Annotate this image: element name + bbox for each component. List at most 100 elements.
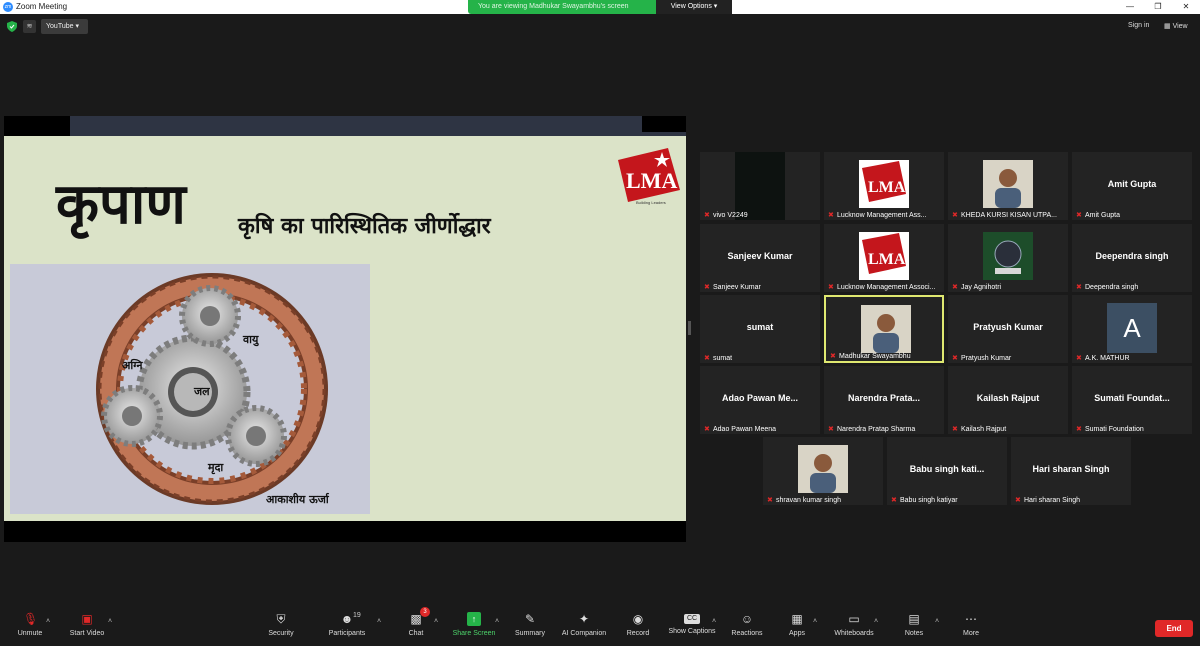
summary-button[interactable]: ✎ Summary: [500, 610, 560, 646]
zoom-app-icon: zm: [3, 2, 13, 12]
youtube-dropdown[interactable]: YouTube ▾: [41, 19, 88, 34]
participant-tile[interactable]: ✖ shravan kumar singh: [763, 437, 883, 505]
participant-caption: ✖ Lucknow Management Associ...: [828, 284, 935, 291]
muted-mic-icon: ✖: [704, 212, 710, 219]
participant-tile[interactable]: LMA ✖ Lucknow Management Associ...: [824, 224, 944, 292]
more-button[interactable]: ⋯ More: [941, 610, 1001, 646]
participant-name: Deependra singh: [1085, 284, 1139, 291]
slide-body: कृपाण कृषि का पारिस्थितिक जीर्णोद्धार LM…: [4, 136, 686, 521]
participant-caption: ✖ Deependra singh: [1076, 284, 1138, 291]
sign-in-link[interactable]: Sign in: [1128, 22, 1149, 29]
participant-caption: ✖ KHEDA KURSI KISAN UTPA...: [952, 212, 1057, 219]
ai-companion-button[interactable]: ✦ AI Companion: [554, 610, 614, 646]
participant-tile[interactable]: ✖ KHEDA KURSI KISAN UTPA...: [948, 152, 1068, 220]
apps-button[interactable]: ▦ Apps: [767, 610, 827, 646]
share-screen-button[interactable]: ↑ Share Screen: [444, 610, 504, 646]
meeting-top-bar: ≋ YouTube ▾ Sign in ▦ View: [0, 14, 1200, 40]
video-off-icon: ▣: [81, 612, 93, 626]
audio-options-caret[interactable]: ˄: [46, 618, 50, 625]
live-stream-icon[interactable]: ≋: [23, 20, 36, 33]
participant-tile[interactable]: ✖ Madhukar Swayambhu: [824, 295, 944, 363]
participant-caption: ✖ Adao Pawan Meena: [704, 426, 776, 433]
chat-caret[interactable]: ˄: [434, 618, 438, 625]
muted-mic-icon: ✖: [830, 353, 836, 360]
chat-badge: 3: [420, 607, 430, 617]
view-label: View: [1172, 23, 1188, 30]
participants-caret[interactable]: ˄: [377, 618, 381, 625]
more-icon: ⋯: [965, 612, 977, 626]
share-screen-label: Share Screen: [452, 630, 496, 637]
participant-tile[interactable]: ✖ vivo V2249: [700, 152, 820, 220]
participant-caption: ✖ A.K. MATHUR: [1076, 355, 1130, 362]
participant-display-name: Hari sharan Singh: [1032, 464, 1110, 474]
close-icon[interactable]: ✕: [1172, 0, 1200, 14]
participants-button[interactable]: ☻ 19 Participants: [317, 610, 377, 646]
participant-tile[interactable]: LMA ✖ Lucknow Management Ass...: [824, 152, 944, 220]
record-button[interactable]: ◉ Record: [608, 610, 668, 646]
lma-logo-thumb: LMA: [859, 160, 909, 208]
encryption-shield-icon[interactable]: [7, 21, 17, 32]
video-options-caret[interactable]: ˄: [108, 618, 112, 625]
participant-name: Kailash Rajput: [961, 426, 1007, 433]
participant-tile[interactable]: A ✖ A.K. MATHUR: [1072, 295, 1192, 363]
participant-photo: [983, 160, 1033, 208]
whiteboard-icon: ▭: [848, 612, 860, 626]
participant-display-name: Kailash Rajput: [976, 393, 1040, 403]
record-icon: ◉: [632, 612, 644, 626]
muted-mic-icon: ✖: [704, 284, 710, 291]
view-options-button[interactable]: View Options ▾: [656, 0, 732, 14]
participant-name: A.K. MATHUR: [1085, 355, 1130, 362]
apps-caret[interactable]: ˄: [813, 618, 817, 625]
apps-icon: ▦: [791, 612, 803, 626]
slide-title: कृपाण: [56, 172, 186, 237]
muted-mic-icon: ✖: [767, 497, 773, 504]
end-meeting-button[interactable]: End: [1155, 620, 1193, 637]
participant-tile[interactable]: Babu singh kati... ✖ Babu singh katiyar: [887, 437, 1007, 505]
participant-display-name: Sanjeev Kumar: [727, 251, 793, 261]
participant-display-name: sumat: [746, 322, 774, 332]
shield-icon: ⛨: [276, 612, 286, 626]
participant-caption: ✖ Jay Agnihotri: [952, 284, 1001, 291]
participant-tile[interactable]: Hari sharan Singh ✖ Hari sharan Singh: [1011, 437, 1131, 505]
notes-button[interactable]: ▤ Notes: [884, 610, 944, 646]
participant-tile[interactable]: Amit Gupta ✖ Amit Gupta: [1072, 152, 1192, 220]
lma-thumb-text: LMA: [868, 179, 906, 196]
gear-diagram: वायु अग्नि जल मृदा आकाशीय ऊर्जा: [10, 264, 370, 514]
share-caret[interactable]: ˄: [495, 618, 499, 625]
chat-button[interactable]: ▩ 3 Chat: [386, 607, 446, 646]
participant-tile[interactable]: ✖ Jay Agnihotri: [948, 224, 1068, 292]
notes-caret[interactable]: ˄: [935, 618, 939, 625]
participant-tile[interactable]: Narendra Prata... ✖ Narendra Pratap Sharma: [824, 366, 944, 434]
show-captions-button[interactable]: CC Show Captions: [662, 610, 722, 646]
label-akash: आकाशीय ऊर्जा: [266, 493, 329, 506]
whiteboards-caret[interactable]: ˄: [874, 618, 878, 625]
summary-icon: ✎: [524, 612, 536, 626]
start-video-button[interactable]: ▣ Start Video: [57, 610, 117, 646]
participant-logo-thumb: [983, 232, 1033, 280]
split-resize-handle[interactable]: [688, 321, 691, 335]
muted-mic-icon: ✖: [952, 355, 958, 362]
participant-photo: [798, 445, 848, 493]
participant-tile[interactable]: Sumati Foundat... ✖ Sumati Foundation: [1072, 366, 1192, 434]
muted-mic-icon: ✖: [1076, 426, 1082, 433]
view-button[interactable]: ▦ View: [1164, 22, 1188, 30]
more-label: More: [963, 630, 979, 637]
whiteboards-button[interactable]: ▭ Whiteboards: [824, 610, 884, 646]
participant-tile[interactable]: Adao Pawan Me... ✖ Adao Pawan Meena: [700, 366, 820, 434]
maximize-icon[interactable]: ❐: [1144, 0, 1172, 14]
participant-caption: ✖ Kailash Rajput: [952, 426, 1006, 433]
participant-tile[interactable]: Kailash Rajput ✖ Kailash Rajput: [948, 366, 1068, 434]
participant-tile[interactable]: Deependra singh ✖ Deependra singh: [1072, 224, 1192, 292]
participant-tile[interactable]: sumat ✖ sumat: [700, 295, 820, 363]
captions-caret[interactable]: ˄: [712, 618, 716, 625]
participant-tile[interactable]: Pratyush Kumar ✖ Pratyush Kumar: [948, 295, 1068, 363]
participant-display-name: Amit Gupta: [1107, 179, 1157, 189]
participant-tile[interactable]: Sanjeev Kumar ✖ Sanjeev Kumar: [700, 224, 820, 292]
unmute-button[interactable]: 🎙 Unmute: [0, 610, 60, 646]
minimize-icon[interactable]: —: [1116, 0, 1144, 14]
shared-screen[interactable]: कृपाण कृषि का पारिस्थितिक जीर्णोद्धार LM…: [4, 116, 686, 542]
security-button[interactable]: ⛨ Security: [251, 610, 311, 646]
muted-mic-icon: ✖: [704, 355, 710, 362]
muted-mic-icon: ✖: [828, 212, 834, 219]
lma-logo-text: LMA: [626, 168, 677, 193]
